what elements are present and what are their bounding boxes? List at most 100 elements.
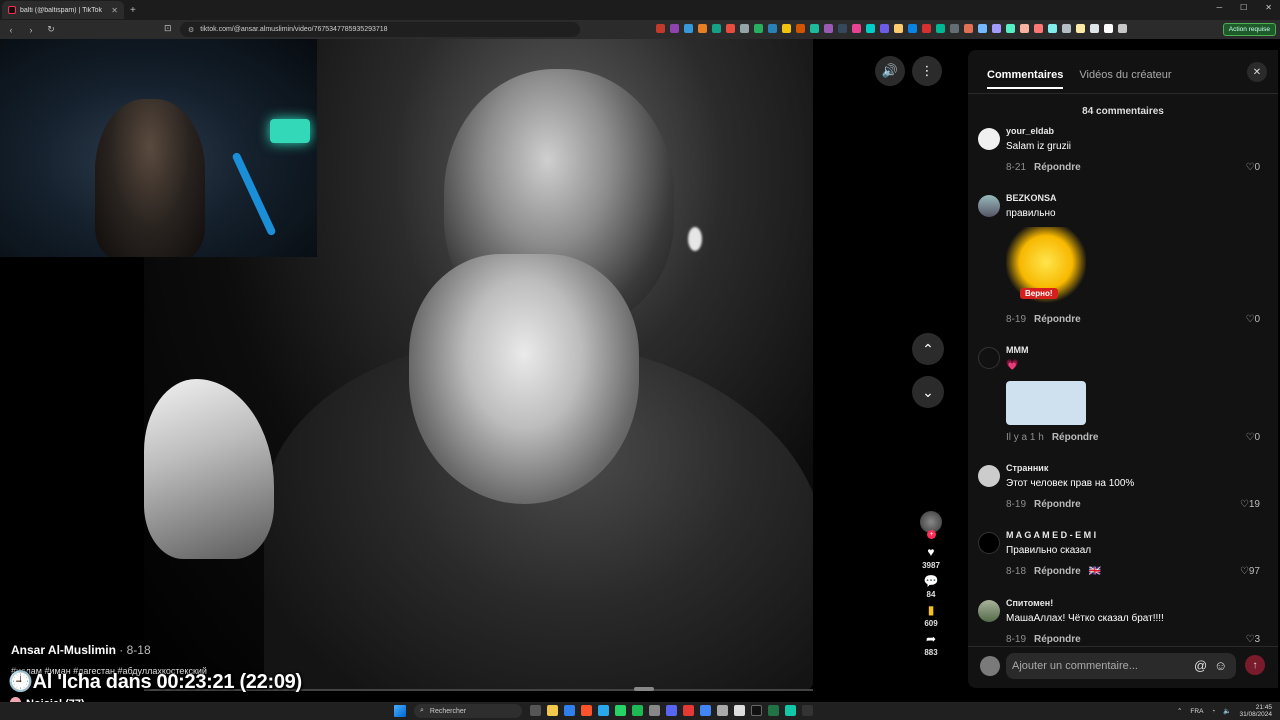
extension-icon[interactable] xyxy=(908,24,917,33)
taskbar-search[interactable]: ⌕ Rechercher xyxy=(414,704,522,718)
comment-action[interactable]: 💬 84 xyxy=(924,574,939,599)
forward-icon[interactable]: › xyxy=(26,25,36,35)
comment-like[interactable]: ♡0 xyxy=(1245,162,1260,173)
volume-button[interactable]: 🔊 xyxy=(875,56,905,86)
extension-icon[interactable] xyxy=(964,24,973,33)
maximize-icon[interactable]: ☐ xyxy=(1240,3,1247,12)
extension-icon[interactable] xyxy=(992,24,1001,33)
avatar[interactable] xyxy=(978,195,1000,217)
file-explorer-icon[interactable] xyxy=(547,705,558,716)
settings-icon[interactable] xyxy=(717,705,728,716)
avatar[interactable] xyxy=(978,532,1000,554)
extension-icon[interactable] xyxy=(894,24,903,33)
share-action[interactable]: ➦ 883 xyxy=(924,632,937,657)
emoji-icon[interactable]: ☺ xyxy=(1214,658,1227,673)
extension-icon[interactable] xyxy=(1034,24,1043,33)
extension-icon[interactable] xyxy=(866,24,875,33)
extension-icon[interactable] xyxy=(782,24,791,33)
store-icon[interactable] xyxy=(564,705,575,716)
profile-icon[interactable] xyxy=(1104,24,1113,33)
reply-button[interactable]: Répondre xyxy=(1034,499,1081,510)
comment-username[interactable]: BEZKONSA xyxy=(1006,193,1057,203)
reply-button[interactable]: Répondre xyxy=(1034,634,1081,645)
comment-like[interactable]: ♡97 xyxy=(1240,566,1260,577)
tab-comments[interactable]: Commentaires xyxy=(987,69,1064,89)
whatsapp-icon[interactable] xyxy=(615,705,626,716)
discord-icon[interactable] xyxy=(666,705,677,716)
app-icon[interactable] xyxy=(785,705,796,716)
comment-username[interactable]: Странник xyxy=(1006,463,1048,473)
menu-icon[interactable] xyxy=(1118,24,1127,33)
avatar[interactable] xyxy=(978,128,1000,150)
extension-icon[interactable] xyxy=(656,24,665,33)
reply-button[interactable]: Répondre xyxy=(1034,162,1081,173)
steam-icon[interactable] xyxy=(649,705,660,716)
volume-icon[interactable]: 🔈 xyxy=(1223,707,1231,715)
extension-icon[interactable] xyxy=(698,24,707,33)
bookmark-icon[interactable]: ⊡ xyxy=(164,23,172,34)
brave-icon[interactable] xyxy=(581,705,592,716)
tab-creator-videos[interactable]: Vidéos du créateur xyxy=(1079,69,1171,89)
extension-icon[interactable] xyxy=(1090,24,1099,33)
telegram-icon[interactable] xyxy=(598,705,609,716)
extension-icon[interactable] xyxy=(768,24,777,33)
extension-icon[interactable] xyxy=(684,24,693,33)
extension-icon[interactable] xyxy=(838,24,847,33)
more-options-button[interactable]: ⋮ xyxy=(912,56,942,86)
extension-icon[interactable] xyxy=(852,24,861,33)
windows-start-icon[interactable] xyxy=(394,705,406,717)
video-progress-handle[interactable] xyxy=(634,687,654,691)
cloud-icon[interactable] xyxy=(734,705,745,716)
app-icon[interactable] xyxy=(802,705,813,716)
reload-icon[interactable]: ↻ xyxy=(46,24,56,35)
creator-avatar[interactable]: + xyxy=(920,511,942,539)
extension-icon[interactable] xyxy=(670,24,679,33)
extension-icon[interactable] xyxy=(1076,24,1085,33)
comment-username[interactable]: Спитомен! xyxy=(1006,598,1053,608)
language-indicator[interactable]: FRA xyxy=(1190,708,1203,715)
extension-icon[interactable] xyxy=(1006,24,1015,33)
back-icon[interactable]: ‹ xyxy=(6,25,16,35)
follow-plus-icon[interactable]: + xyxy=(927,530,936,539)
new-tab-button[interactable]: + xyxy=(130,5,136,16)
reply-button[interactable]: Répondre xyxy=(1052,432,1099,443)
extension-icon[interactable] xyxy=(922,24,931,33)
address-bar[interactable]: ⚙ tiktok.com/@ansar.almuslimin/video/767… xyxy=(180,22,580,37)
close-tab-icon[interactable]: ✕ xyxy=(111,6,118,15)
extension-icon[interactable] xyxy=(880,24,889,33)
site-info-icon[interactable]: ⚙ xyxy=(188,26,194,34)
excel-icon[interactable] xyxy=(768,705,779,716)
tray-chevron-icon[interactable]: ⌃ xyxy=(1177,707,1182,715)
comment-username[interactable]: M A G A M E D - E M I xyxy=(1006,530,1096,540)
avatar[interactable] xyxy=(978,465,1000,487)
action-required-button[interactable]: Action requise xyxy=(1222,23,1276,36)
extension-icon[interactable] xyxy=(1048,24,1057,33)
like-action[interactable]: ♥ 3987 xyxy=(922,545,940,570)
extension-icon[interactable] xyxy=(950,24,959,33)
chrome-icon[interactable] xyxy=(700,705,711,716)
task-view-icon[interactable] xyxy=(530,705,541,716)
extension-icon[interactable] xyxy=(810,24,819,33)
extension-icon[interactable] xyxy=(754,24,763,33)
browser-tab[interactable]: balti (@baltispam) | TikTok ✕ xyxy=(2,1,124,19)
mention-icon[interactable]: @ xyxy=(1194,658,1207,673)
extension-icon[interactable] xyxy=(712,24,721,33)
avatar[interactable] xyxy=(978,600,1000,622)
spotify-icon[interactable] xyxy=(632,705,643,716)
extension-icon[interactable] xyxy=(726,24,735,33)
extension-icon[interactable] xyxy=(978,24,987,33)
send-button[interactable]: ↑ xyxy=(1245,655,1265,675)
minimize-icon[interactable]: ─ xyxy=(1216,3,1222,12)
wifi-icon[interactable]: ◔ xyxy=(1211,708,1215,715)
extension-icon[interactable] xyxy=(936,24,945,33)
reply-button[interactable]: Répondre xyxy=(1034,314,1081,325)
author-name[interactable]: Ansar Al-Muslimin xyxy=(11,643,116,657)
video-author[interactable]: Ansar Al-Muslimin · 8-18 xyxy=(11,643,151,657)
save-action[interactable]: ▮ 609 xyxy=(924,603,937,628)
opera-icon[interactable] xyxy=(683,705,694,716)
extension-icon[interactable] xyxy=(796,24,805,33)
extension-icon[interactable] xyxy=(824,24,833,33)
comment-username[interactable]: your_eldab xyxy=(1006,126,1054,136)
close-panel-button[interactable]: ✕ xyxy=(1247,62,1267,82)
close-window-icon[interactable]: ✕ xyxy=(1265,3,1272,12)
